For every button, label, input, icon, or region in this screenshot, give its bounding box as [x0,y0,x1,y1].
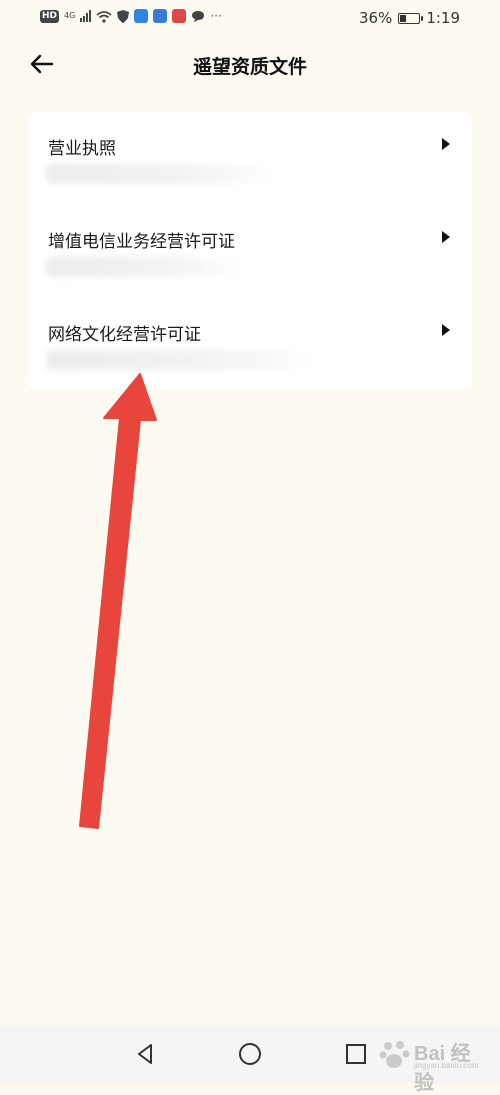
overflow-indicator: ··· [210,9,222,23]
wifi-icon [96,10,112,23]
triangle-back-icon [138,1044,152,1064]
hd-badge: HD [40,9,60,23]
nav-back-button[interactable] [130,1039,160,1069]
page-header: 遥望资质文件 [0,36,500,96]
square-recents-icon [346,1044,366,1064]
network-type: 4G [64,11,76,20]
battery-percent: 36% [358,9,393,27]
clock: 1:19 [426,9,460,27]
paw-logo-icon [379,1041,410,1068]
chat-icon [192,10,205,22]
document-item-label: 网络文化经营许可证 [48,325,201,345]
battery-icon [398,12,424,24]
red-app-icon [172,9,187,23]
status-icons-right: 36% 1:19 [359,9,460,27]
status-bar: HD 4G ··· 36% 1:19 [0,0,500,36]
document-item-telecom-license[interactable]: 增值电信业务经营许可证 [28,205,472,297]
triangle-right-icon [442,324,450,336]
cloud-app-icon [134,9,149,23]
status-icons-left: HD 4G ··· [40,9,222,23]
document-item-culture-license[interactable]: 网络文化经营许可证 [28,298,472,390]
nav-recents-button[interactable] [341,1039,371,1069]
redacted-info [46,257,246,277]
baidu-watermark: Bai 经验 jingyan.baidu.com [376,1033,486,1094]
page-title: 遥望资质文件 [192,56,307,78]
document-list: 营业执照 增值电信业务经营许可证 网络文化经营许可证 [28,112,472,390]
triangle-right-icon [442,231,450,243]
bulb-app-icon [153,9,168,23]
document-item-label: 营业执照 [48,139,116,159]
shield-icon [117,9,130,23]
circle-home-icon [239,1043,261,1065]
nav-home-button[interactable] [235,1039,265,1069]
document-item-label: 增值电信业务经营许可证 [48,232,235,252]
watermark-url: jingyan.baidu.com [414,1061,479,1070]
redacted-info [46,164,276,184]
navigation-bar: Bai 经验 jingyan.baidu.com [0,1025,500,1094]
redacted-info [46,350,316,370]
triangle-right-icon [442,138,450,150]
battery-fill [400,14,407,22]
signal-icon [80,10,92,22]
document-item-business-license[interactable]: 营业执照 [28,112,472,204]
